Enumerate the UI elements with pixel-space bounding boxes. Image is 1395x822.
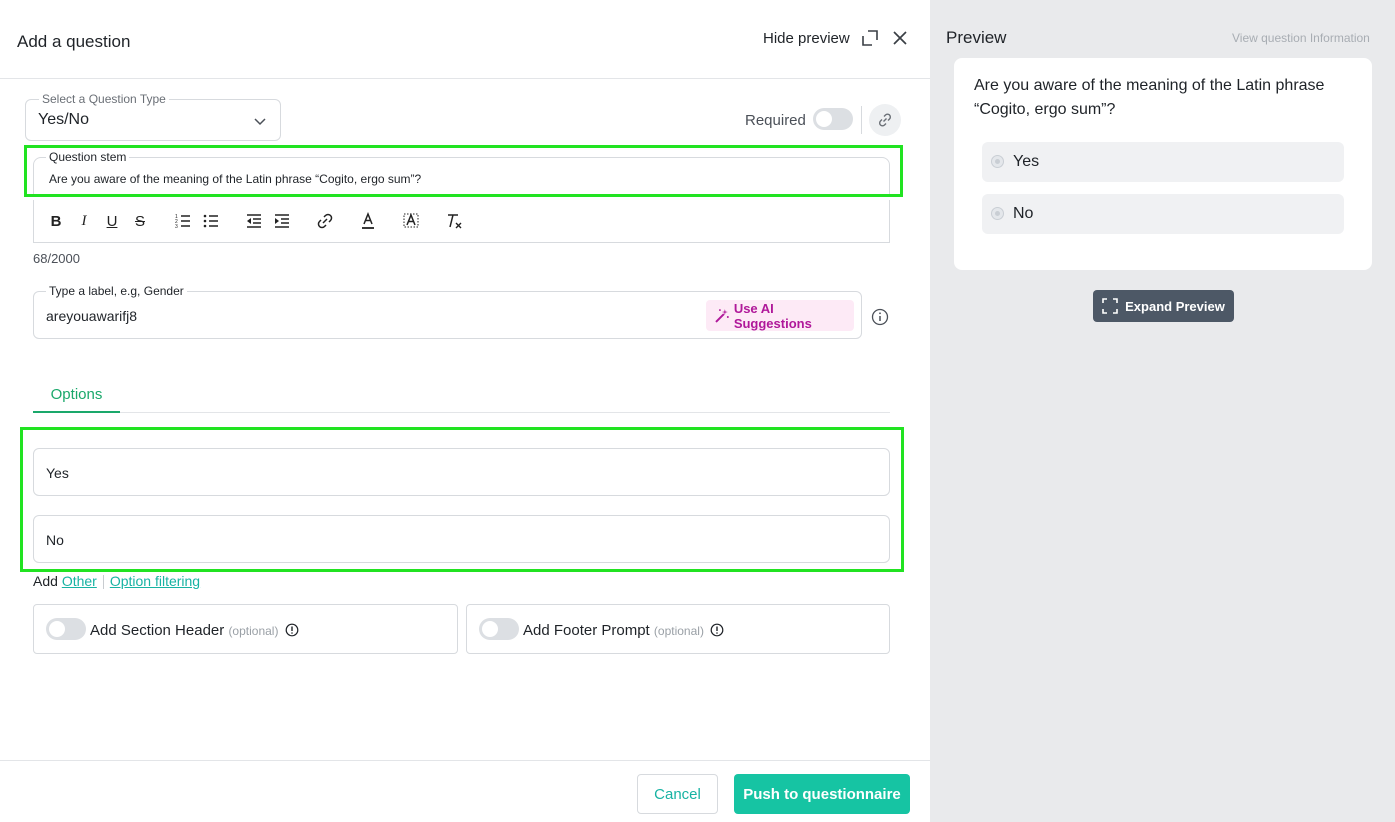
strikethrough-icon[interactable]: S: [131, 212, 149, 230]
indent-icon[interactable]: [273, 212, 291, 230]
italic-icon[interactable]: I: [75, 212, 93, 230]
question-type-legend: Select a Question Type: [39, 91, 169, 107]
toggle-knob: [482, 621, 498, 637]
required-label: Required: [745, 112, 806, 129]
add-options-row: Add Other Option filtering: [33, 573, 200, 590]
section-header-label: Add Section Header (optional): [90, 622, 299, 639]
add-label: Add: [33, 573, 58, 589]
question-editor-panel: Add a question Hide preview Select a Que…: [0, 0, 930, 822]
link-icon[interactable]: [316, 212, 334, 230]
svg-text:3: 3: [175, 224, 178, 230]
cancel-button[interactable]: Cancel: [637, 774, 718, 814]
required-toggle[interactable]: [813, 108, 853, 130]
options-tabs: Options: [33, 378, 890, 413]
hide-preview-button[interactable]: Hide preview: [763, 30, 850, 47]
close-icon[interactable]: [891, 29, 909, 47]
options-highlight-frame: [20, 427, 904, 572]
question-type-value: Yes/No: [38, 111, 89, 128]
view-question-information-link[interactable]: View question Information: [1232, 31, 1370, 45]
bold-icon[interactable]: B: [47, 212, 65, 230]
expand-preview-label: Expand Preview: [1125, 298, 1225, 314]
expand-preview-button[interactable]: Expand Preview: [1093, 290, 1234, 322]
divider: [861, 106, 862, 134]
optional-text: (optional): [653, 624, 704, 638]
preview-option[interactable]: Yes: [982, 142, 1344, 182]
outdent-icon[interactable]: [245, 212, 263, 230]
footer-prompt-label: Add Footer Prompt (optional): [523, 622, 724, 639]
add-other-link[interactable]: Other: [62, 573, 97, 589]
fullscreen-icon: [1102, 298, 1118, 314]
footer-prompt-toggle[interactable]: [479, 618, 519, 640]
footer-prompt-text: Add Footer Prompt: [523, 622, 650, 639]
question-type-select[interactable]: Select a Question Type Yes/No: [25, 91, 281, 141]
rich-text-toolbar: B I U S 1 2 3: [33, 200, 890, 243]
preview-card: Are you aware of the meaning of the Lati…: [954, 58, 1372, 270]
expand-window-icon[interactable]: [861, 29, 879, 47]
preview-title: Preview: [946, 28, 1007, 47]
info-icon[interactable]: [285, 623, 299, 637]
magic-wand-icon: [715, 308, 729, 323]
bullet-list-icon[interactable]: [202, 212, 220, 230]
info-icon[interactable]: [710, 623, 724, 637]
push-to-questionnaire-button[interactable]: Push to questionnaire: [734, 774, 910, 814]
underline-icon[interactable]: U: [103, 212, 121, 230]
radio-icon: [991, 207, 1004, 220]
footer-prompt-box: Add Footer Prompt (optional): [466, 604, 890, 654]
label-field-value[interactable]: areyouawarifj8: [46, 308, 137, 324]
section-header-text: Add Section Header: [90, 622, 225, 639]
section-header-toggle[interactable]: [46, 618, 86, 640]
option-filtering-link[interactable]: Option filtering: [110, 573, 200, 589]
radio-icon: [991, 155, 1004, 168]
label-field-legend: Type a label, e.g, Gender: [46, 283, 187, 299]
ordered-list-icon[interactable]: 1 2 3: [174, 212, 192, 230]
stem-highlight-frame: [24, 145, 903, 197]
section-header-box: Add Section Header (optional): [33, 604, 458, 654]
highlight-icon[interactable]: [402, 212, 420, 230]
info-icon[interactable]: [871, 308, 889, 326]
character-counter: 68/2000: [33, 251, 80, 266]
dialog-title: Add a question: [17, 32, 131, 51]
preview-option[interactable]: No: [982, 194, 1344, 234]
editor-header: Add a question Hide preview: [0, 0, 930, 79]
preview-panel: Preview View question Information Are yo…: [930, 0, 1395, 822]
ai-suggestions-label: Use AI Suggestions: [733, 300, 812, 331]
preview-option-label: No: [1013, 205, 1034, 222]
optional-text: (optional): [228, 624, 279, 638]
use-ai-suggestions-button[interactable]: Use AI Suggestions: [706, 300, 854, 331]
separator: [102, 575, 104, 590]
preview-question-text: Are you aware of the meaning of the Lati…: [974, 77, 1325, 118]
dialog-footer: Cancel Push to questionnaire: [0, 760, 930, 822]
link-icon: [878, 113, 892, 127]
tab-options[interactable]: Options: [33, 378, 120, 413]
link-question-button[interactable]: [869, 104, 901, 136]
chevron-down-icon: [254, 118, 266, 126]
clear-format-icon[interactable]: [445, 212, 463, 230]
toggle-knob: [49, 621, 65, 637]
toggle-knob: [816, 111, 832, 127]
font-color-icon[interactable]: [359, 212, 377, 230]
preview-option-label: Yes: [1013, 153, 1040, 170]
